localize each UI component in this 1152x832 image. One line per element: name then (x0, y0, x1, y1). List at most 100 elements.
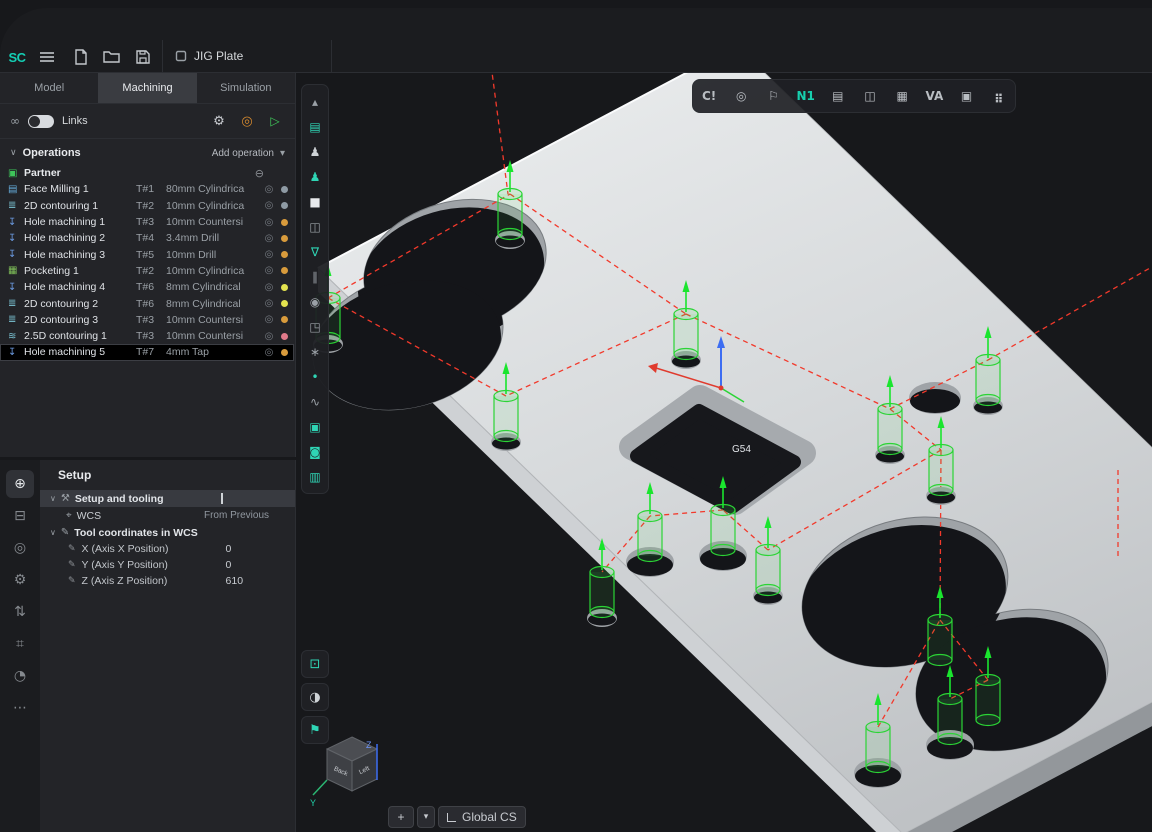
app-logo[interactable]: SC (4, 44, 30, 70)
coord-value[interactable]: 0 (226, 543, 232, 555)
operation-name: Face Milling 1 (24, 183, 136, 195)
workpiece-icon[interactable]: ◉ (303, 289, 327, 314)
stock-icon[interactable]: ■ (303, 189, 327, 214)
operation-row[interactable]: ≣ 2D contouring 1 T#2 10mm Cylindrica ◎ (0, 198, 294, 214)
add-operation-button[interactable]: Add operation ▾ (212, 148, 285, 159)
operation-target-icon[interactable]: ◎ (261, 184, 277, 195)
operation-tool-desc: 10mm Countersi (166, 314, 261, 326)
setup-nav-icon[interactable]: ⊕ (6, 470, 34, 498)
operation-row[interactable]: ↧ Hole machining 5 T#7 4mm Tap ◎ (0, 344, 294, 360)
compare-icon[interactable]: ◫ (859, 89, 881, 103)
global-cs-label: Global CS (462, 810, 517, 824)
chevron-down-icon[interactable]: ∨ (10, 148, 17, 158)
fit-view-icon[interactable]: ⊡ (301, 650, 329, 678)
curves-icon[interactable]: ∿ (303, 389, 327, 414)
setup-tooling-row[interactable]: ∨ ⚒ Setup and tooling (40, 490, 295, 507)
add-cs-button[interactable]: + (388, 806, 414, 828)
document-icon[interactable]: ▤ (827, 89, 849, 103)
cs-icon[interactable]: ◳ (303, 314, 327, 339)
more-nav-icon[interactable]: ⋯ (6, 694, 34, 722)
tab-simulation[interactable]: Simulation (197, 73, 295, 103)
pencil-icon: ✎ (68, 576, 76, 586)
splitter-handle[interactable] (221, 493, 223, 504)
operation-row[interactable]: ▤ Face Milling 1 T#1 80mm Cylindrica ◎ (0, 181, 294, 197)
flag-icon[interactable]: ⚑ (301, 716, 329, 744)
fixture-icon[interactable]: ◫ (303, 214, 327, 239)
coord-value[interactable]: 0 (226, 559, 232, 571)
links-toggle[interactable] (28, 115, 54, 128)
open-file-button[interactable] (100, 46, 122, 68)
statistics-icon[interactable]: ⣶ (988, 89, 1010, 103)
surfaces-icon[interactable]: ▣ (303, 414, 327, 439)
operation-target-icon[interactable]: ◎ (261, 298, 277, 309)
operation-target-icon[interactable]: ◎ (261, 347, 277, 358)
save-button[interactable] (132, 46, 154, 68)
operation-row[interactable]: ▦ Pocketing 1 T#2 10mm Cylindrica ◎ (0, 263, 294, 279)
rotary-nav-icon[interactable]: ◎ (6, 534, 34, 562)
collapse-group-icon[interactable]: ⊖ (255, 167, 288, 180)
wcs-row[interactable]: ⌖ WCS From Previous (40, 507, 295, 524)
operation-tool-desc: 10mm Drill (166, 249, 261, 261)
operation-tool-desc: 10mm Cylindrica (166, 265, 261, 277)
run-icon[interactable]: ▷ (265, 114, 285, 128)
operation-type-icon: ↧ (8, 347, 24, 358)
menu-button[interactable] (36, 46, 58, 68)
magnet-icon[interactable]: ◎ (730, 89, 752, 103)
coord-row[interactable]: ✎X (Axis X Position)0 (40, 541, 295, 557)
printer-icon[interactable]: ▣ (956, 89, 978, 103)
operation-target-icon[interactable]: ◎ (261, 217, 277, 228)
grid-nav-icon[interactable]: ⌗ (6, 630, 34, 658)
tool-coords-row[interactable]: ∨ ✎ Tool coordinates in WCS (40, 524, 295, 541)
operation-status-dot (281, 235, 288, 242)
table-icon[interactable]: ▦ (891, 89, 913, 103)
links-row: ∞ Links ⚙ ◎ ▷ (0, 104, 295, 139)
operation-target-icon[interactable]: ◎ (261, 282, 277, 293)
operation-target-icon[interactable]: ◎ (261, 265, 277, 276)
cs-dropdown-chevron[interactable]: ▾ (417, 806, 435, 828)
global-cs-button[interactable]: Global CS (438, 806, 526, 828)
nc-code-icon[interactable]: N1 (795, 89, 817, 103)
settings-gear-icon[interactable]: ⚙ (209, 114, 229, 129)
coord-value[interactable]: 610 (226, 575, 244, 587)
operation-name: Hole machining 4 (24, 281, 136, 293)
tab-model[interactable]: Model (0, 73, 98, 103)
operation-group-row[interactable]: ▣ Partner ⊖ (0, 165, 294, 181)
operation-tool-desc: 10mm Countersi (166, 330, 261, 342)
operation-target-icon[interactable]: ◎ (261, 233, 277, 244)
mesh-icon[interactable]: ▥ (303, 464, 327, 489)
history-nav-icon[interactable]: ◔ (6, 662, 34, 690)
operation-row[interactable]: ↧ Hole machining 4 T#6 8mm Cylindrical ◎ (0, 279, 294, 295)
tab-machining[interactable]: Machining (98, 73, 196, 103)
machine-icon[interactable]: ▤ (303, 114, 327, 139)
operator-icon[interactable]: ♟ (303, 139, 327, 164)
operation-row[interactable]: ≣ 2D contouring 2 T#6 8mm Cylindrical ◎ (0, 295, 294, 311)
probe-icon[interactable]: ⚐ (762, 89, 784, 103)
new-file-button[interactable] (70, 46, 92, 68)
coord-row[interactable]: ✎Y (Axis Y Position)0 (40, 557, 295, 573)
coord-row[interactable]: ✎Z (Axis Z Position)610 (40, 573, 295, 589)
operation-row[interactable]: ↧ Hole machining 3 T#5 10mm Drill ◎ (0, 246, 294, 262)
tool-icon[interactable]: ∇ (303, 239, 327, 264)
transform-nav-icon[interactable]: ⇅ (6, 598, 34, 626)
holder-icon[interactable]: ∥ (303, 264, 327, 289)
operation-target-icon[interactable]: ◎ (261, 331, 277, 342)
document-tab[interactable]: JIG Plate (162, 40, 332, 72)
variables-icon[interactable]: VA (923, 89, 945, 103)
solids-icon[interactable]: ◙ (303, 439, 327, 464)
operation-row[interactable]: ≋ 2.5D contouring 1 T#3 10mm Countersi ◎ (0, 328, 294, 344)
operation-row[interactable]: ≣ 2D contouring 3 T#3 10mm Countersi ◎ (0, 312, 294, 328)
scroll-up-icon[interactable]: ▴ (303, 89, 327, 114)
origin-icon[interactable]: ∗ (303, 339, 327, 364)
recalculate-icon[interactable]: ◎ (237, 114, 257, 129)
operation-target-icon[interactable]: ◎ (261, 200, 277, 211)
operation-target-icon[interactable]: ◎ (261, 249, 277, 260)
operation-row[interactable]: ↧ Hole machining 2 T#4 3.4mm Drill ◎ (0, 230, 294, 246)
operation-row[interactable]: ↧ Hole machining 1 T#3 10mm Countersi ◎ (0, 214, 294, 230)
settings-nav-icon[interactable]: ⚙ (6, 566, 34, 594)
operation-target-icon[interactable]: ◎ (261, 314, 277, 325)
shading-icon[interactable]: ◑ (301, 683, 329, 711)
collision-check-icon[interactable]: C! (698, 89, 720, 103)
stock-nav-icon[interactable]: ⊟ (6, 502, 34, 530)
points-icon[interactable]: • (303, 364, 327, 389)
operator-active-icon[interactable]: ♟ (303, 164, 327, 189)
